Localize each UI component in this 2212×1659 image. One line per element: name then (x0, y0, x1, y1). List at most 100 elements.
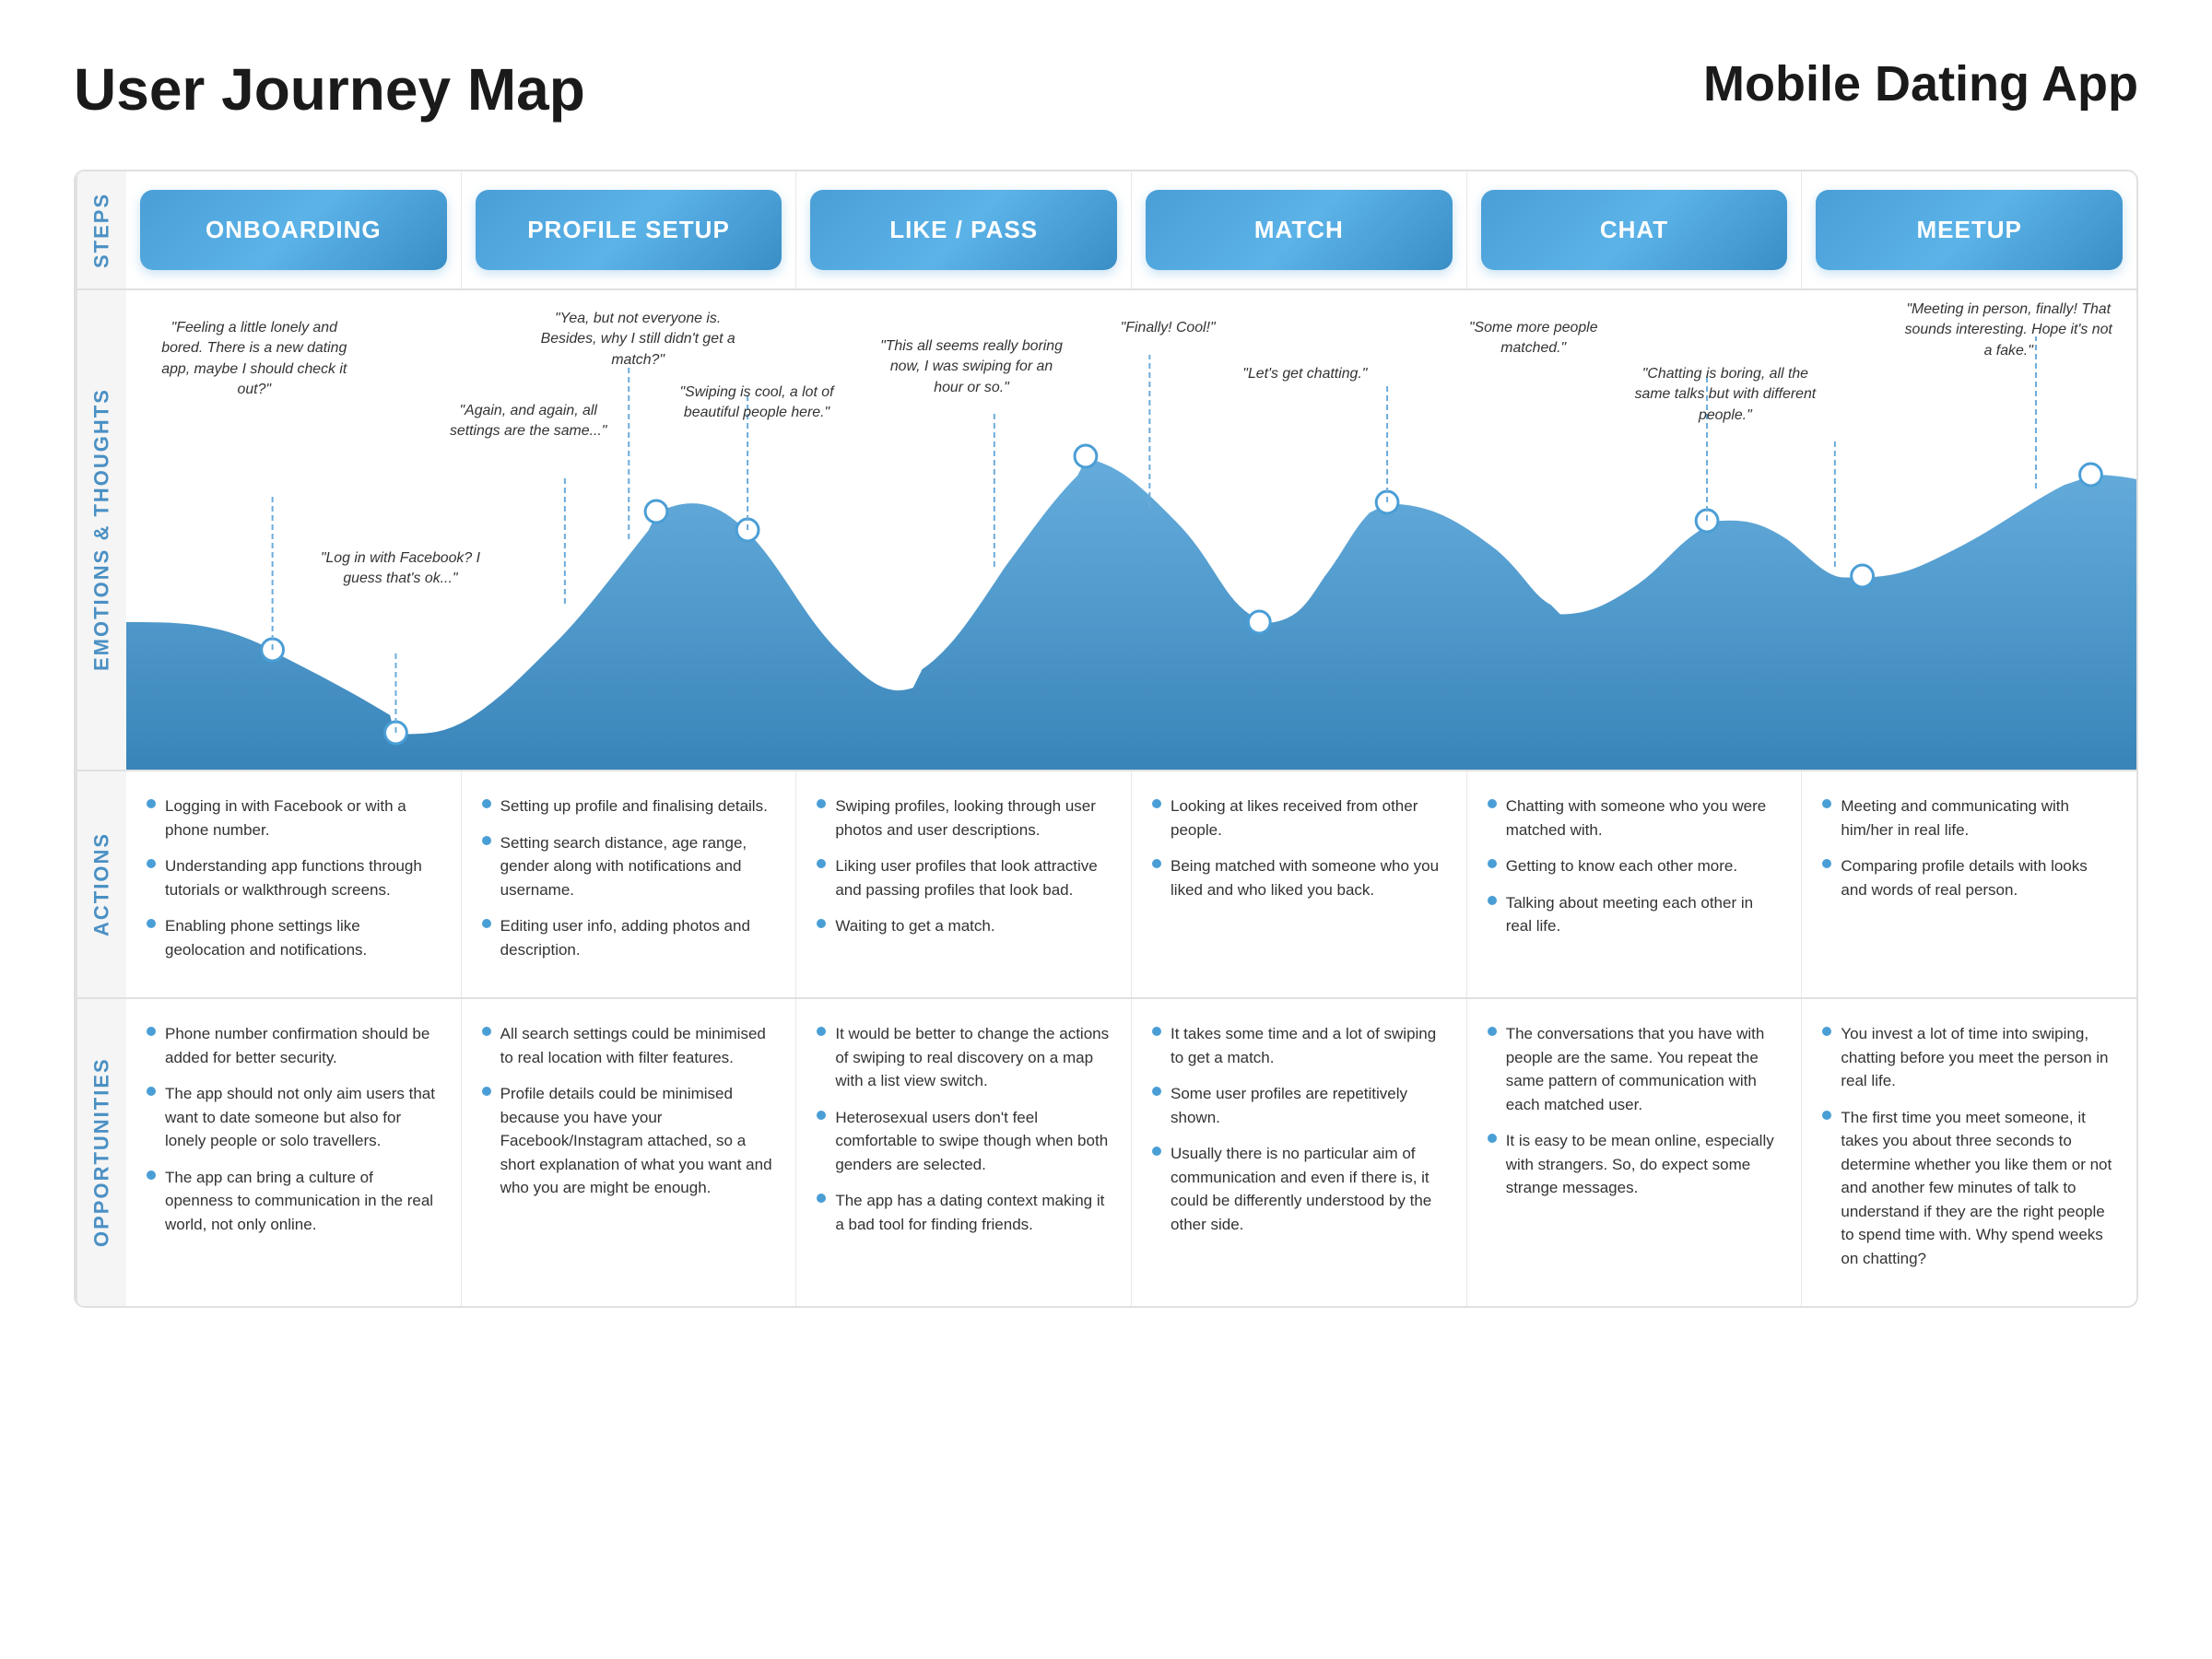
bullet-dot (1822, 1111, 1831, 1120)
step-btn-onboarding[interactable]: ONBOARDING (140, 190, 447, 270)
main-title: User Journey Map (74, 55, 585, 124)
emotions-content: "Feeling a little lonely and bored. Ther… (126, 290, 2136, 770)
bullet-item: Swiping profiles, looking through user p… (817, 794, 1111, 841)
bullet-text: Setting search distance, age range, gend… (500, 831, 776, 902)
step-btn-meetup[interactable]: MEETUP (1816, 190, 2123, 270)
opp-cell-2: It would be better to change the actions… (796, 999, 1132, 1306)
bullet-dot (1488, 1027, 1497, 1036)
thought-4: "Yea, but not everyone is. Besides, why … (537, 309, 738, 382)
bullet-text: Comparing profile details with looks and… (1841, 854, 2116, 901)
bullet-item: Understanding app functions through tuto… (147, 854, 441, 901)
bullet-item: Comparing profile details with looks and… (1822, 854, 2116, 901)
thought-2: "Log in with Facebook? I guess that's ok… (309, 548, 491, 641)
bullet-dot (1488, 859, 1497, 868)
bullet-text: Profile details could be minimised becau… (500, 1082, 776, 1200)
bullet-text: Setting up profile and finalising detail… (500, 794, 768, 818)
step-cell-onboarding: ONBOARDING (126, 171, 462, 288)
bullet-text: Waiting to get a match. (835, 914, 994, 938)
bullet-text: The app should not only aim users that w… (165, 1082, 441, 1153)
opp-cell-0: Phone number confirmation should be adde… (126, 999, 462, 1306)
bullet-text: Looking at likes received from other peo… (1171, 794, 1446, 841)
bullet-item: The app has a dating context making it a… (817, 1189, 1111, 1236)
opportunities-label: OPPORTUNITIES (76, 999, 126, 1306)
emotions-label: EMOTIONS & THOUGHTS (76, 290, 126, 770)
bullet-text: Liking user profiles that look attractiv… (835, 854, 1111, 901)
bullet-item: It is easy to be mean online, especially… (1488, 1129, 1782, 1200)
bullet-text: Editing user info, adding photos and des… (500, 914, 776, 961)
bullet-item: The app can bring a culture of openness … (147, 1166, 441, 1237)
steps-label: STEPS (76, 171, 126, 288)
bullet-dot (482, 1087, 491, 1096)
bullet-text: It is easy to be mean online, especially… (1506, 1129, 1782, 1200)
bullet-dot (147, 1087, 156, 1096)
steps-cells: ONBOARDING PROFILE SETUP LIKE / PASS MATCH C… (126, 171, 2136, 288)
bullet-item: Logging in with Facebook or with a phone… (147, 794, 441, 841)
opp-cell-4: The conversations that you have with peo… (1467, 999, 1803, 1306)
actions-label: ACTIONS (76, 771, 126, 997)
bullet-item: Usually there is no particular aim of co… (1152, 1142, 1446, 1236)
bullet-item: Waiting to get a match. (817, 914, 1111, 938)
bullet-item: The app should not only aim users that w… (147, 1082, 441, 1153)
bullet-dot (147, 919, 156, 928)
bullet-dot (1152, 799, 1161, 808)
bullet-item: It takes some time and a lot of swiping … (1152, 1022, 1446, 1069)
bullet-dot (817, 859, 826, 868)
action-cell-4: Chatting with someone who you were match… (1467, 771, 1803, 997)
thought-6: "This all seems really boring now, I was… (876, 336, 1067, 438)
bullet-item: All search settings could be minimised t… (482, 1022, 776, 1069)
bullet-dot (817, 799, 826, 808)
bullet-dot (482, 1027, 491, 1036)
emotions-row: EMOTIONS & THOUGHTS (76, 290, 2136, 771)
bullet-text: All search settings could be minimised t… (500, 1022, 776, 1069)
thought-9: "Some more people matched." (1451, 318, 1615, 373)
action-cell-1: Setting up profile and finalising detail… (462, 771, 797, 997)
bullet-dot (147, 859, 156, 868)
action-cell-2: Swiping profiles, looking through user p… (796, 771, 1132, 997)
bullet-item: Liking user profiles that look attractiv… (817, 854, 1111, 901)
journey-map: STEPS ONBOARDING PROFILE SETUP LIKE / PASS… (74, 170, 2138, 1308)
step-btn-match[interactable]: MATCH (1146, 190, 1453, 270)
bullet-text: Getting to know each other more. (1506, 854, 1737, 878)
bullet-dot (482, 799, 491, 808)
bullet-text: Some user profiles are repetitively show… (1171, 1082, 1446, 1129)
opp-cell-5: You invest a lot of time into swiping, c… (1802, 999, 2136, 1306)
step-btn-chat[interactable]: CHAT (1481, 190, 1788, 270)
bullet-text: Logging in with Facebook or with a phone… (165, 794, 441, 841)
bullet-dot (1822, 1027, 1831, 1036)
bullet-dot (817, 1111, 826, 1120)
bullet-text: Swiping profiles, looking through user p… (835, 794, 1111, 841)
bullet-text: Talking about meeting each other in real… (1506, 891, 1782, 938)
bullet-dot (1152, 1027, 1161, 1036)
step-cell-meetup: MEETUP (1802, 171, 2136, 288)
bullet-dot (1822, 859, 1831, 868)
bullet-item: Talking about meeting each other in real… (1488, 891, 1782, 938)
bullet-dot (1488, 1134, 1497, 1143)
step-cell-like-pass: LIKE / PASS (796, 171, 1132, 288)
bullet-text: Being matched with someone who you liked… (1171, 854, 1446, 901)
action-cell-5: Meeting and communicating with him/her i… (1802, 771, 2136, 997)
action-cell-0: Logging in with Facebook or with a phone… (126, 771, 462, 997)
bullet-text: It would be better to change the actions… (835, 1022, 1111, 1093)
bullet-dot (482, 836, 491, 845)
step-btn-like-pass[interactable]: LIKE / PASS (810, 190, 1117, 270)
steps-row: STEPS ONBOARDING PROFILE SETUP LIKE / PASS… (76, 171, 2136, 290)
bullet-item: It would be better to change the actions… (817, 1022, 1111, 1093)
bullet-item: Heterosexual users don't feel comfortabl… (817, 1106, 1111, 1177)
bullet-text: Phone number confirmation should be adde… (165, 1022, 441, 1069)
thought-1: "Feeling a little lonely and bored. Ther… (154, 318, 355, 475)
bullet-item: Enabling phone settings like geolocation… (147, 914, 441, 961)
step-btn-profile-setup[interactable]: PROFILE SETUP (476, 190, 782, 270)
bullet-text: The first time you meet someone, it take… (1841, 1106, 2116, 1271)
actions-cells: Logging in with Facebook or with a phone… (126, 771, 2136, 997)
bullet-item: Some user profiles are repetitively show… (1152, 1082, 1446, 1129)
emotion-point-5 (1075, 445, 1097, 467)
thought-11: "Meeting in person, finally! That sounds… (1899, 300, 2118, 401)
bullet-item: The first time you meet someone, it take… (1822, 1106, 2116, 1271)
bullet-text: The conversations that you have with peo… (1506, 1022, 1782, 1116)
bullet-text: It takes some time and a lot of swiping … (1171, 1022, 1446, 1069)
thought-3: "Again, and again, all settings are the … (437, 401, 619, 475)
bullet-text: Enabling phone settings like geolocation… (165, 914, 441, 961)
emotions-chart: "Feeling a little lonely and bored. Ther… (126, 290, 2136, 770)
bullet-text: Chatting with someone who you were match… (1506, 794, 1782, 841)
bullet-text: Understanding app functions through tuto… (165, 854, 441, 901)
